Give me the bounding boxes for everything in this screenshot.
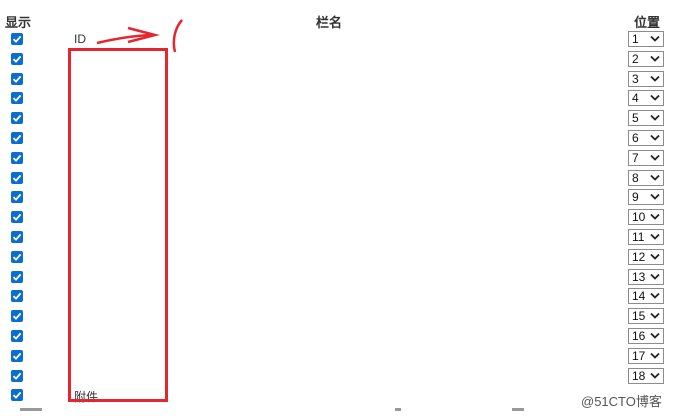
checkmark-icon	[12, 253, 22, 261]
checkmark-icon	[12, 114, 22, 123]
chevron-down-icon	[650, 194, 660, 201]
position-select[interactable]: 13	[628, 268, 664, 285]
checkmark-icon	[12, 392, 22, 400]
position-value: 14	[632, 289, 646, 304]
position-value: 15	[632, 309, 646, 324]
show-checkbox[interactable]	[11, 211, 23, 224]
show-checkbox[interactable]	[11, 270, 23, 283]
chevron-down-icon	[650, 332, 660, 339]
chevron-down-icon	[650, 115, 660, 121]
chevron-down-icon	[650, 214, 660, 220]
checkmark-icon	[12, 352, 22, 360]
checkmark-icon	[12, 293, 22, 301]
checkmark-icon	[12, 213, 22, 222]
show-checkbox[interactable]	[11, 310, 23, 323]
show-checkbox[interactable]	[11, 151, 23, 164]
position-select[interactable]: 3	[628, 70, 664, 87]
position-select[interactable]: 15	[628, 308, 664, 325]
chevron-down-icon	[650, 352, 660, 359]
show-checkbox[interactable]	[11, 132, 23, 144]
position-value: 13	[632, 269, 646, 284]
position-value: 4	[632, 91, 639, 106]
checkmark-icon	[12, 312, 22, 321]
checkmark-icon	[12, 194, 22, 202]
checkmark-icon	[12, 75, 22, 83]
cut-off-row	[0, 408, 685, 416]
position-value: 18	[632, 368, 646, 383]
position-select[interactable]: 7	[628, 149, 664, 166]
chevron-down-icon	[650, 174, 660, 181]
position-value: 6	[632, 131, 639, 145]
position-value: 16	[632, 329, 646, 343]
show-checkbox[interactable]	[11, 72, 23, 85]
show-checkbox[interactable]	[11, 92, 23, 105]
position-select[interactable]: 6	[628, 130, 664, 146]
position-select[interactable]: 8	[628, 169, 664, 186]
checkmark-icon	[12, 273, 22, 281]
position-value: 5	[632, 111, 639, 126]
chevron-down-icon	[650, 154, 660, 161]
position-select[interactable]: 4	[628, 90, 664, 107]
chevron-down-icon	[650, 75, 660, 82]
position-select[interactable]: 9	[628, 189, 664, 206]
checkmark-icon	[12, 154, 22, 162]
show-checkbox[interactable]	[11, 369, 23, 382]
checkmark-icon	[12, 233, 22, 241]
chevron-down-icon	[650, 313, 660, 319]
position-select[interactable]: 11	[628, 229, 664, 245]
annotation-arrow	[96, 19, 183, 53]
position-select[interactable]: 17	[628, 347, 664, 364]
chevron-down-icon	[650, 95, 660, 102]
show-checkbox[interactable]	[11, 389, 23, 402]
checkmark-icon	[12, 332, 22, 340]
show-checkbox[interactable]	[11, 231, 23, 243]
chevron-down-icon	[650, 372, 660, 379]
position-select[interactable]: 18	[628, 367, 664, 384]
checkmark-icon	[12, 372, 22, 380]
chevron-down-icon	[650, 293, 660, 300]
show-checkbox[interactable]	[11, 171, 23, 184]
annotation-box	[68, 48, 168, 402]
chevron-down-icon	[650, 233, 660, 240]
position-value: 7	[632, 150, 639, 165]
chevron-down-icon	[650, 273, 660, 280]
checkmark-icon	[12, 95, 22, 103]
position-select[interactable]: 10	[628, 209, 664, 226]
position-select[interactable]: 12	[628, 248, 664, 265]
show-checkbox[interactable]	[11, 290, 23, 303]
chevron-down-icon	[650, 134, 660, 141]
checkmark-icon	[12, 174, 22, 182]
position-select[interactable]: 5	[628, 110, 664, 127]
position-value: 8	[632, 170, 639, 185]
show-checkbox[interactable]	[11, 349, 23, 362]
position-select[interactable]: 16	[628, 328, 664, 344]
show-checkbox[interactable]	[11, 250, 23, 263]
position-value: 10	[632, 210, 646, 225]
position-value: 12	[632, 249, 646, 264]
show-checkbox[interactable]	[11, 191, 23, 204]
position-value: 3	[632, 71, 639, 86]
position-select[interactable]: 14	[628, 288, 664, 305]
show-checkbox[interactable]	[11, 112, 23, 125]
position-value: 11	[632, 230, 645, 244]
checkmark-icon	[12, 134, 22, 142]
show-checkbox[interactable]	[11, 330, 23, 342]
position-value: 9	[632, 190, 639, 205]
chevron-down-icon	[650, 253, 660, 260]
position-value: 17	[632, 348, 646, 363]
